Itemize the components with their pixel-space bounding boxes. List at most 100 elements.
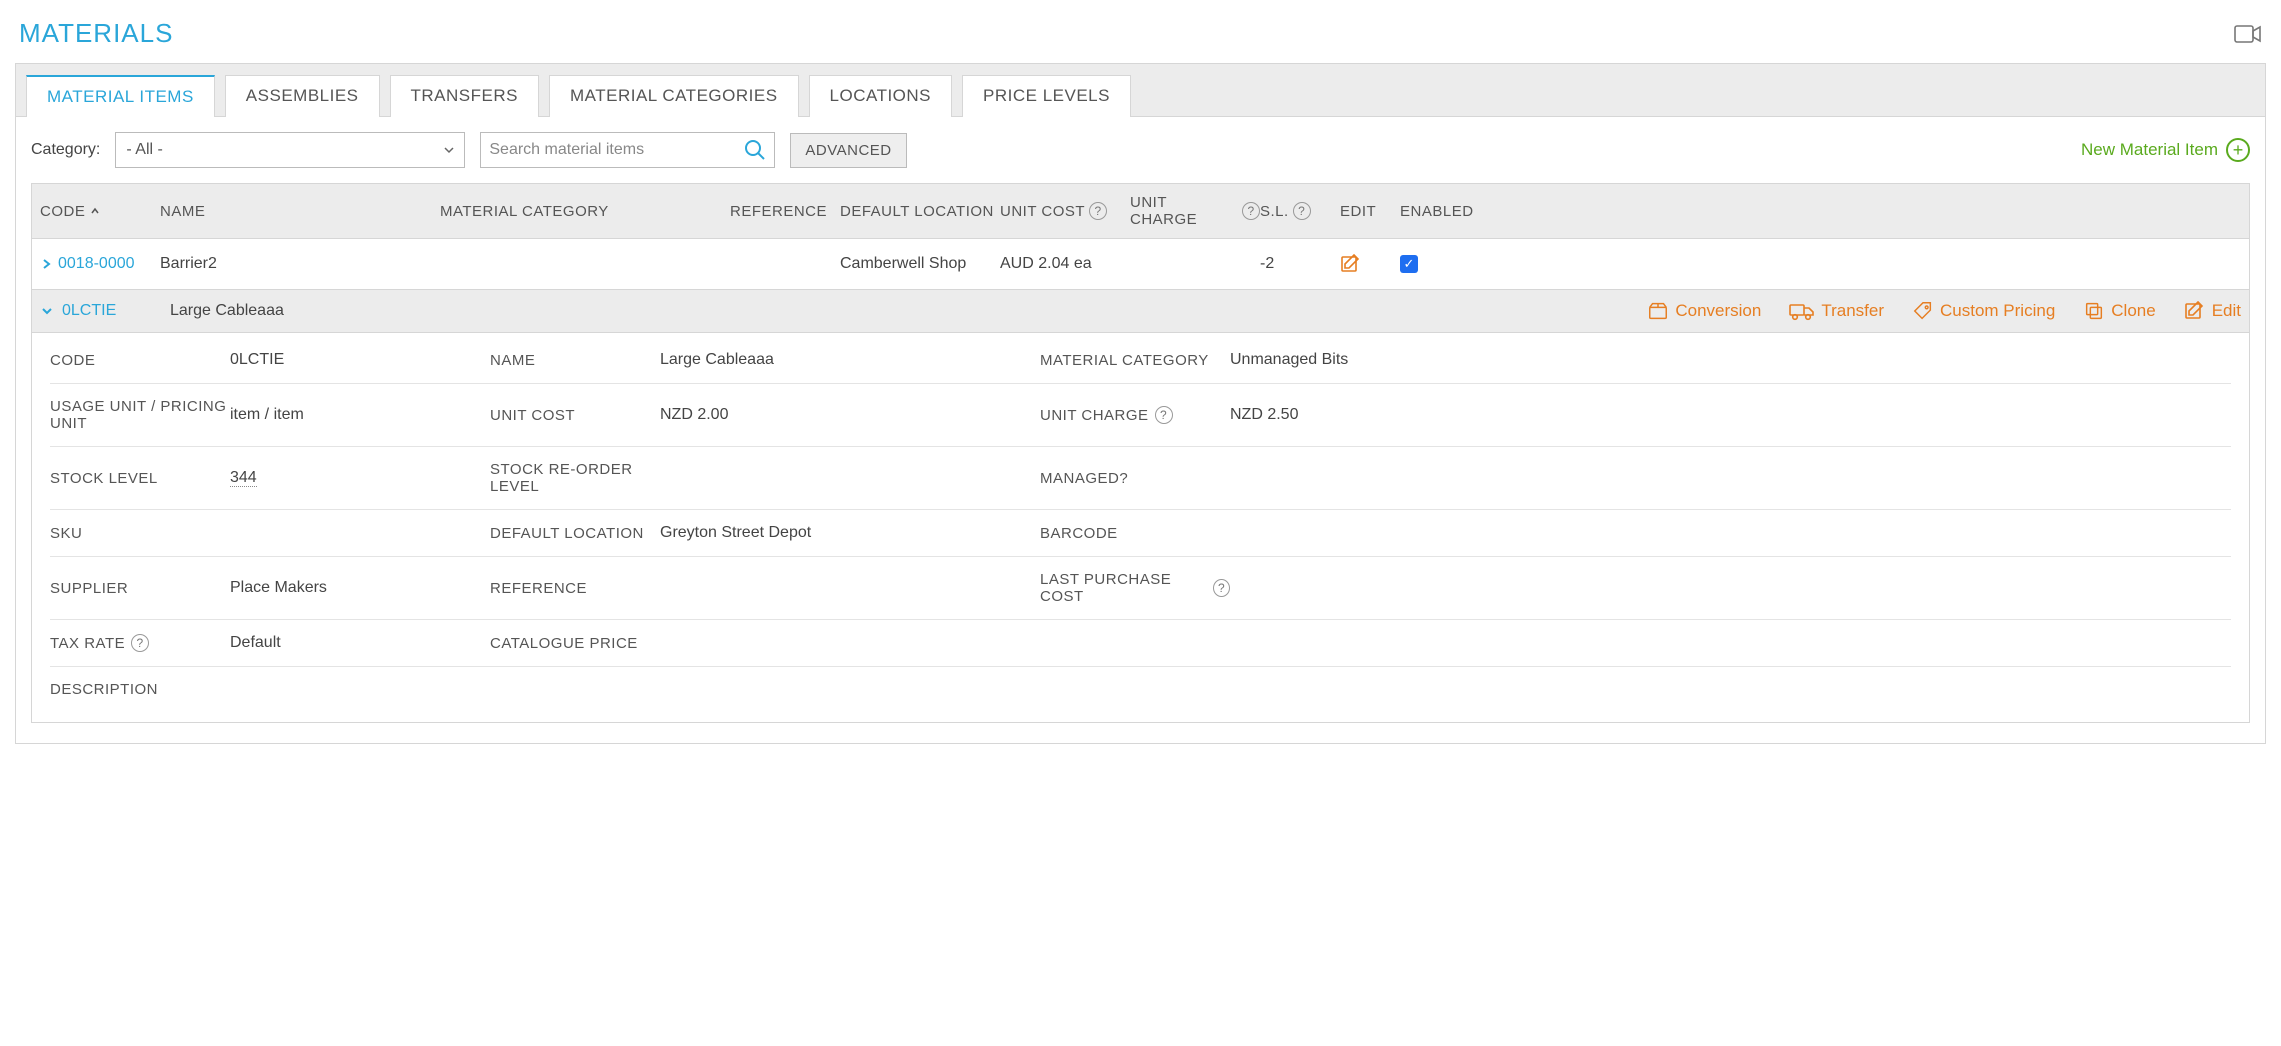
detail-unitcost-value: NZD 2.00	[660, 406, 1040, 424]
custom-pricing-button[interactable]: Custom Pricing	[1912, 300, 2055, 322]
detail-reference-label: REFERENCE	[490, 580, 660, 597]
chevron-right-icon	[40, 258, 52, 270]
detail-tax-label-text: TAX RATE	[50, 635, 125, 652]
detail-sku-label: SKU	[50, 525, 230, 542]
category-value: - All -	[126, 141, 162, 159]
detail-supplier-label: SUPPLIER	[50, 580, 230, 597]
search-box[interactable]	[480, 132, 775, 168]
edit-row-button[interactable]	[1340, 253, 1400, 275]
detail-unitcharge-value: NZD 2.50	[1230, 406, 1430, 424]
row-details: CODE 0LCTIE NAME Large Cableaaa MATERIAL…	[31, 333, 2250, 723]
help-icon[interactable]: ?	[1155, 406, 1173, 424]
transfer-label: Transfer	[1821, 301, 1884, 321]
row-sl: -2	[1260, 255, 1340, 273]
toolbar: Category: - All - ADVANCED New Material …	[16, 117, 2265, 183]
category-label: Category:	[31, 141, 100, 159]
plus-circle-icon: +	[2226, 138, 2250, 162]
row-name: Large Cableaaa	[170, 302, 820, 320]
col-sl[interactable]: S.L. ?	[1260, 202, 1340, 220]
col-unit-charge[interactable]: UNIT CHARGE ?	[1130, 194, 1260, 228]
col-material-category[interactable]: MATERIAL CATEGORY	[440, 203, 730, 220]
col-name[interactable]: NAME	[160, 203, 440, 220]
detail-tax-label: TAX RATE ?	[50, 634, 230, 652]
clone-label: Clone	[2111, 301, 2155, 321]
tab-bar: MATERIAL ITEMS ASSEMBLIES TRANSFERS MATE…	[16, 64, 2265, 117]
sort-asc-icon	[89, 205, 101, 217]
row-defloc: Camberwell Shop	[840, 255, 1000, 273]
detail-catprice-label: CATALOGUE PRICE	[490, 635, 660, 652]
detail-stock-label: STOCK LEVEL	[50, 470, 230, 487]
tab-transfers[interactable]: TRANSFERS	[390, 75, 539, 117]
tab-price-levels[interactable]: PRICE LEVELS	[962, 75, 1131, 117]
tab-locations[interactable]: LOCATIONS	[809, 75, 952, 117]
new-material-item[interactable]: New Material Item +	[2081, 138, 2250, 162]
edit-button[interactable]: Edit	[2184, 300, 2241, 322]
detail-matcat-label: MATERIAL CATEGORY	[1040, 352, 1230, 369]
detail-name-value: Large Cableaaa	[660, 351, 1040, 369]
col-reference[interactable]: REFERENCE	[730, 203, 840, 220]
detail-matcat-value: Unmanaged Bits	[1230, 351, 1430, 369]
tab-assemblies[interactable]: ASSEMBLIES	[225, 75, 380, 117]
search-icon[interactable]	[744, 139, 766, 161]
detail-unitcharge-label-text: UNIT CHARGE	[1040, 407, 1149, 424]
chevron-down-icon	[40, 304, 54, 318]
table-row-expanded-header: 0LCTIE Large Cableaaa Conversion Transfe…	[31, 289, 2250, 333]
transfer-button[interactable]: Transfer	[1789, 300, 1884, 322]
row-collapse-toggle[interactable]: 0LCTIE	[40, 302, 170, 320]
page-title: MATERIALS	[19, 18, 173, 49]
col-code-label: CODE	[40, 203, 85, 220]
custom-pricing-label: Custom Pricing	[1940, 301, 2055, 321]
row-code: 0LCTIE	[62, 302, 116, 320]
detail-barcode-label: BARCODE	[1040, 525, 1230, 542]
help-icon[interactable]: ?	[1242, 202, 1260, 220]
conversion-button[interactable]: Conversion	[1647, 300, 1761, 322]
grid-area: CODE NAME MATERIAL CATEGORY REFERENCE DE…	[16, 183, 2265, 743]
checkbox-checked-icon: ✓	[1400, 255, 1418, 273]
detail-lastpurch-label: LAST PURCHASE COST ?	[1040, 571, 1230, 605]
main-panel: MATERIAL ITEMS ASSEMBLIES TRANSFERS MATE…	[15, 63, 2266, 744]
col-unit-cost-label: UNIT COST	[1000, 203, 1085, 220]
video-icon[interactable]	[2234, 23, 2262, 45]
row-expand-toggle[interactable]: 0018-0000	[40, 255, 160, 273]
detail-lastpurch-label-text: LAST PURCHASE COST	[1040, 571, 1207, 605]
detail-usage-value: item / item	[230, 406, 490, 424]
detail-desc-label: DESCRIPTION	[50, 681, 230, 698]
detail-code-value: 0LCTIE	[230, 351, 490, 369]
help-icon[interactable]: ?	[1089, 202, 1107, 220]
chevron-down-icon	[442, 143, 456, 157]
detail-unitcharge-label: UNIT CHARGE ?	[1040, 406, 1230, 424]
help-icon[interactable]: ?	[131, 634, 149, 652]
category-select[interactable]: - All -	[115, 132, 465, 168]
detail-stock-value[interactable]: 344	[230, 469, 490, 487]
col-sl-label: S.L.	[1260, 203, 1289, 220]
tab-material-items[interactable]: MATERIAL ITEMS	[26, 75, 215, 117]
detail-code-label: CODE	[50, 352, 230, 369]
detail-unitcost-label: UNIT COST	[490, 407, 660, 424]
detail-supplier-value: Place Makers	[230, 579, 490, 597]
advanced-button[interactable]: ADVANCED	[790, 133, 906, 168]
col-default-location[interactable]: DEFAULT LOCATION	[840, 203, 1000, 220]
help-icon[interactable]: ?	[1213, 579, 1230, 597]
conversion-label: Conversion	[1675, 301, 1761, 321]
detail-stock-text: 344	[230, 469, 257, 487]
col-unit-charge-label: UNIT CHARGE	[1130, 194, 1238, 228]
detail-tax-value: Default	[230, 634, 490, 652]
row-unitcost: AUD 2.04 ea	[1000, 255, 1130, 273]
help-icon[interactable]: ?	[1293, 202, 1311, 220]
new-material-item-label: New Material Item	[2081, 140, 2218, 160]
detail-defloc-value: Greyton Street Depot	[660, 524, 1040, 542]
search-input[interactable]	[489, 141, 744, 159]
row-enabled[interactable]: ✓	[1400, 255, 1480, 273]
tab-material-categories[interactable]: MATERIAL CATEGORIES	[549, 75, 799, 117]
table-row: 0018-0000 Barrier2 Camberwell Shop AUD 2…	[31, 239, 2250, 289]
col-edit: EDIT	[1340, 203, 1400, 220]
row-name: Barrier2	[160, 255, 440, 273]
detail-defloc-label: DEFAULT LOCATION	[490, 525, 660, 542]
col-enabled: ENABLED	[1400, 203, 1480, 220]
detail-name-label: NAME	[490, 352, 660, 369]
clone-button[interactable]: Clone	[2083, 300, 2155, 322]
col-code[interactable]: CODE	[40, 203, 160, 220]
col-unit-cost[interactable]: UNIT COST ?	[1000, 202, 1130, 220]
grid-header: CODE NAME MATERIAL CATEGORY REFERENCE DE…	[31, 183, 2250, 239]
detail-managed-label: MANAGED?	[1040, 470, 1230, 487]
